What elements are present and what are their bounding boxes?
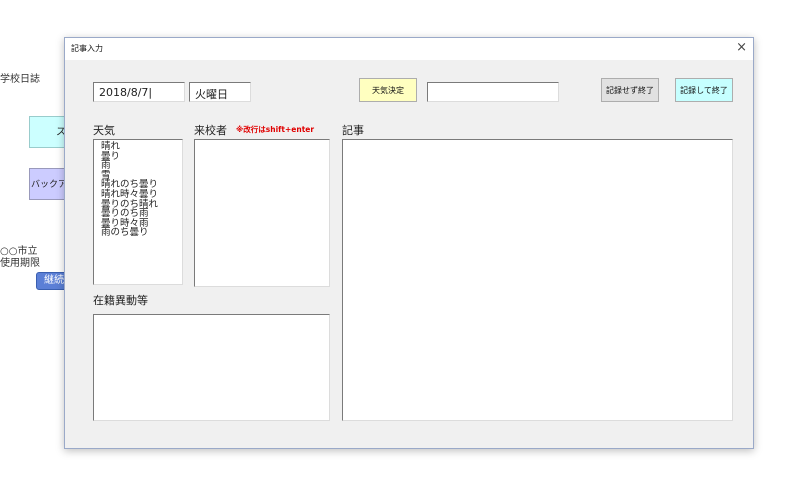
weather-result-input[interactable]: [427, 82, 559, 102]
background-footer-line2: 使用期限: [0, 258, 40, 269]
weather-option[interactable]: 曇り: [101, 151, 182, 162]
dialog-titlebar: 記事入力 ×: [65, 38, 753, 60]
article-textarea[interactable]: [342, 139, 733, 421]
background-backup-button[interactable]: バックア: [29, 168, 69, 200]
weather-listbox[interactable]: 晴れ 曇り 雨 雪 晴れのち曇り 晴れ時々曇り 曇りのち晴れ 曇りのち雨 曇り時…: [93, 139, 183, 285]
date-input[interactable]: 2018/8/7|: [93, 82, 185, 102]
background-app-title: 学校日誌: [0, 74, 40, 85]
weather-decide-button[interactable]: 天気決定: [359, 78, 417, 102]
enrollment-textarea[interactable]: [93, 314, 330, 421]
close-icon[interactable]: ×: [736, 40, 747, 55]
article-entry-dialog: 記事入力 × 2018/8/7| 火曜日 天気決定 記録せず終了 記録して終了 …: [64, 37, 754, 449]
dialog-title: 記事入力: [71, 44, 103, 53]
background-cyan-button[interactable]: ス: [29, 116, 69, 148]
weather-label: 天気: [93, 124, 115, 137]
enrollment-label: 在籍異動等: [93, 294, 148, 307]
weekday-input[interactable]: 火曜日: [189, 82, 251, 102]
record-and-close-button[interactable]: 記録して終了: [675, 78, 733, 102]
visitor-textarea[interactable]: [194, 139, 330, 287]
visitor-label: 来校者: [194, 124, 227, 137]
close-without-record-button[interactable]: 記録せず終了: [601, 78, 659, 102]
article-label: 記事: [342, 124, 364, 137]
visitor-note: ※改行はshift+enter: [236, 125, 315, 134]
weather-option[interactable]: 雨: [101, 161, 182, 171]
weather-option[interactable]: 雨のち曇り: [101, 228, 182, 238]
